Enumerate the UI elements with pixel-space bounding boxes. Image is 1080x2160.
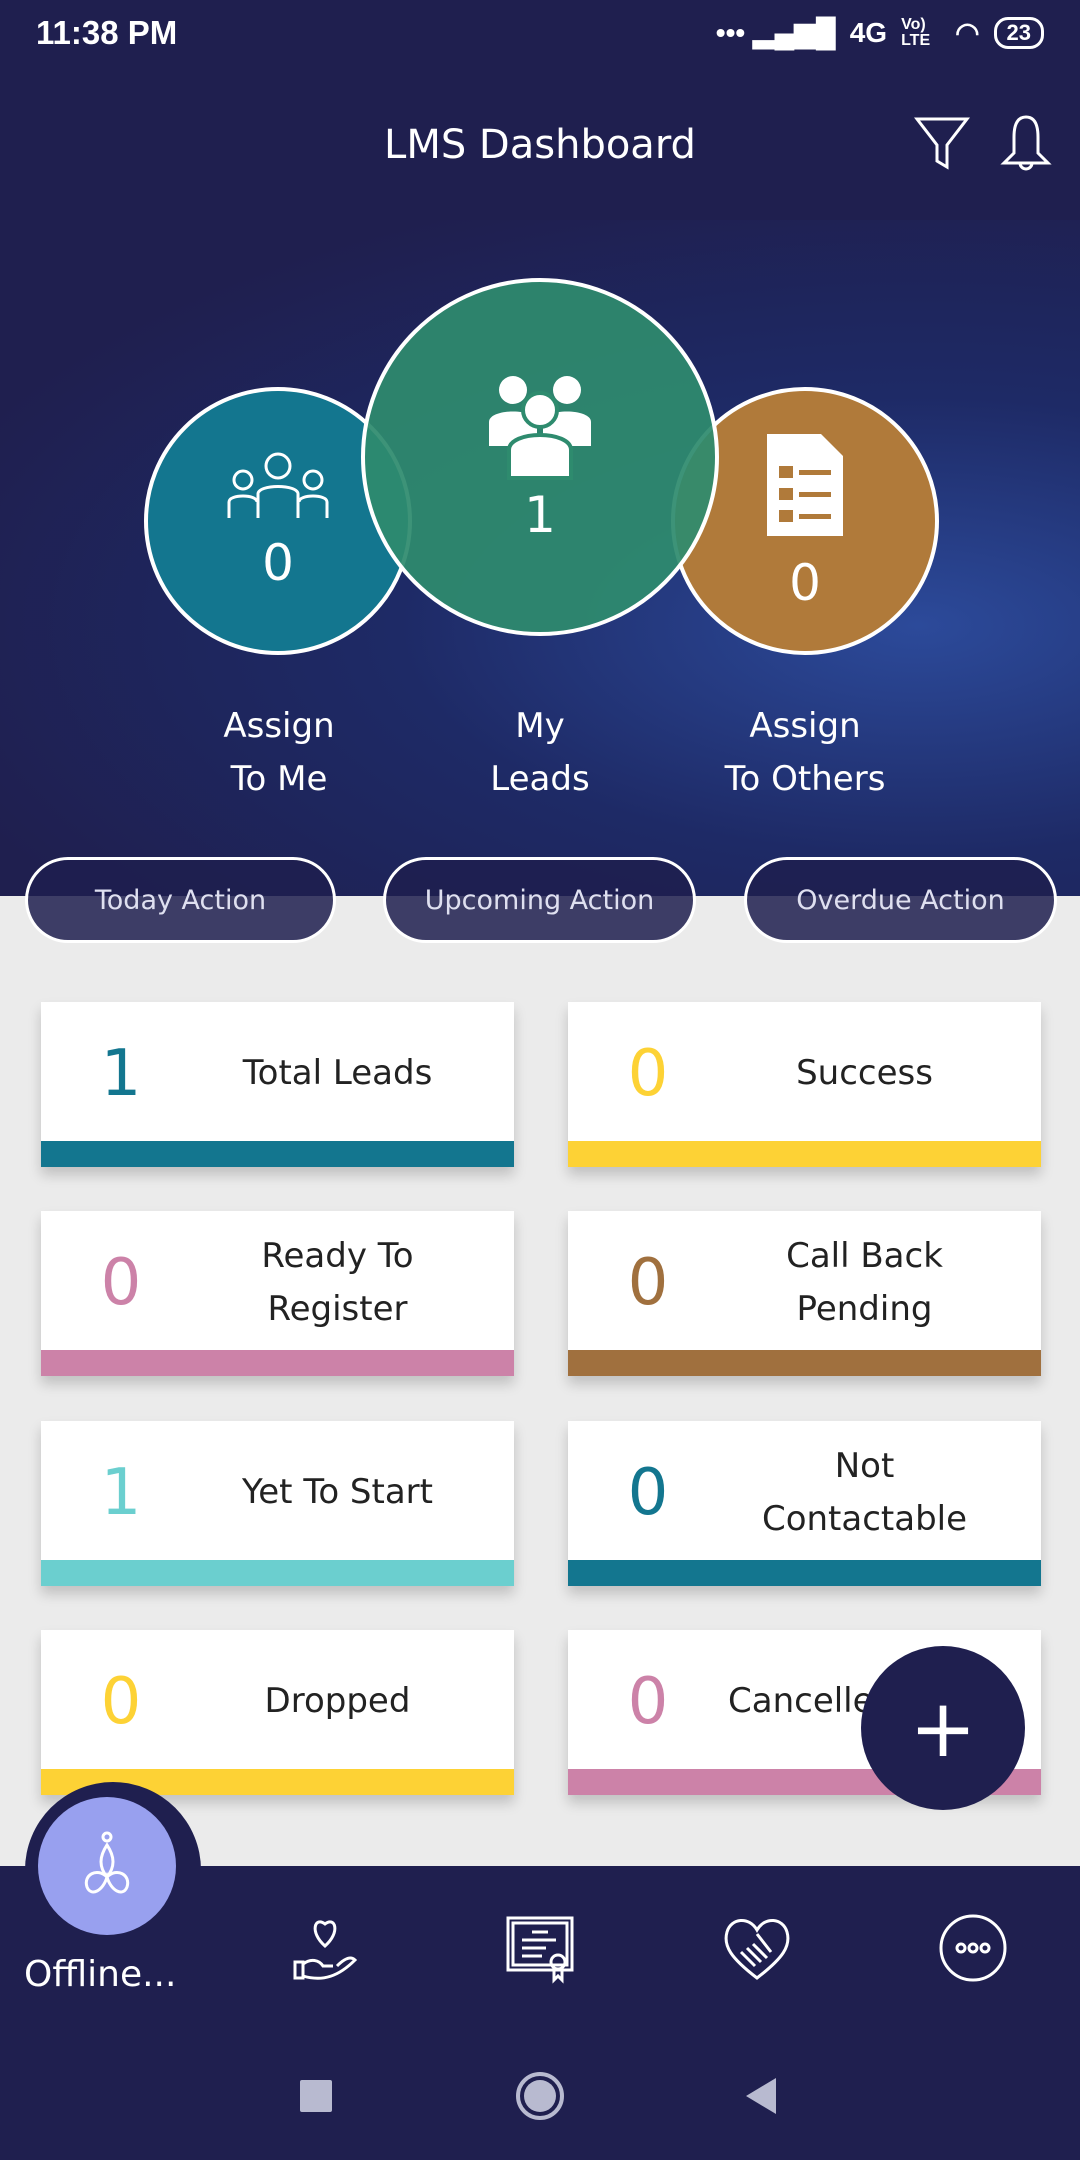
- bell-icon[interactable]: [996, 113, 1056, 173]
- card-color-bar: [568, 1141, 1041, 1167]
- label-line: My: [515, 706, 565, 746]
- offline-tab-label: Offline...: [24, 1954, 177, 1995]
- card-color-bar: [568, 1560, 1041, 1586]
- card-label: Not Contactable: [761, 1445, 968, 1539]
- card-label: Total Leads: [242, 1053, 433, 1093]
- card-count: 0: [100, 1245, 142, 1320]
- label-line: Leads: [490, 759, 590, 799]
- hand-heart-icon[interactable]: [289, 1912, 361, 1984]
- filter-icon[interactable]: [914, 115, 970, 171]
- home-button[interactable]: [516, 2072, 564, 2120]
- status-time: 11:38 PM: [36, 14, 178, 51]
- card-count: 1: [100, 1036, 142, 1111]
- overdue-action-button[interactable]: Overdue Action: [744, 857, 1057, 943]
- card-label: Dropped: [264, 1681, 411, 1721]
- signal-icon: ••• ▂▄▆█: [715, 17, 836, 48]
- handshake-heart-icon[interactable]: [721, 1912, 793, 1984]
- offline-tab-button[interactable]: [38, 1797, 176, 1935]
- card-count: 1: [100, 1455, 142, 1530]
- lead-status-card[interactable]: 0 Dropped: [41, 1630, 514, 1795]
- card-label: Yet To Start: [242, 1472, 433, 1512]
- today-action-button[interactable]: Today Action: [25, 857, 336, 943]
- team-icon: [227, 452, 329, 518]
- label-line: Assign: [223, 706, 335, 746]
- my-leads-circle[interactable]: 1: [361, 278, 719, 636]
- lead-status-card[interactable]: 0 Call Back Pending: [568, 1211, 1041, 1376]
- lead-status-card[interactable]: 0 Success: [568, 1002, 1041, 1167]
- card-label: Ready To Register: [261, 1235, 414, 1329]
- card-color-bar: [41, 1560, 514, 1586]
- lead-status-card[interactable]: 0 Ready To Register: [41, 1211, 514, 1376]
- lead-status-card[interactable]: 1 Total Leads: [41, 1002, 514, 1167]
- assign-to-others-label: Assign To Others: [675, 700, 935, 806]
- card-color-bar: [41, 1350, 514, 1376]
- card-label: Call Back Pending: [786, 1235, 943, 1329]
- card-count: 0: [627, 1664, 669, 1739]
- recents-button[interactable]: [300, 2080, 332, 2112]
- card-color-bar: [41, 1141, 514, 1167]
- lead-status-card[interactable]: 0 Not Contactable: [568, 1421, 1041, 1586]
- card-count: 0: [627, 1455, 669, 1530]
- add-lead-button[interactable]: +: [861, 1646, 1025, 1810]
- wifi-icon: ◠: [955, 17, 980, 48]
- card-label: Success: [796, 1053, 933, 1093]
- battery-icon: 23: [993, 16, 1044, 49]
- label-line: To Me: [230, 759, 328, 799]
- network-label: 4G: [849, 16, 888, 48]
- card-color-bar: [568, 1350, 1041, 1376]
- assign-to-me-count: 0: [262, 534, 294, 592]
- document-icon: [767, 434, 843, 536]
- my-leads-label: My Leads: [410, 700, 670, 806]
- lead-status-card[interactable]: 1 Yet To Start: [41, 1421, 514, 1586]
- assign-to-me-label: Assign To Me: [149, 700, 409, 806]
- upcoming-action-button[interactable]: Upcoming Action: [383, 857, 696, 943]
- card-count: 0: [627, 1245, 669, 1320]
- status-icons: ••• ▂▄▆█ 4G Vo) LTE ◠ 23: [716, 16, 1044, 49]
- certificate-icon[interactable]: [504, 1912, 576, 1984]
- card-count: 0: [627, 1036, 669, 1111]
- meditation-icon: [84, 1831, 130, 1894]
- more-icon[interactable]: [937, 1912, 1009, 1984]
- my-leads-count: 1: [524, 486, 556, 544]
- volte-label: Vo) LTE: [901, 15, 931, 49]
- card-count: 0: [100, 1664, 142, 1739]
- assign-to-others-count: 0: [789, 554, 821, 612]
- label-line: Assign: [749, 706, 861, 746]
- back-button[interactable]: [746, 2078, 776, 2114]
- label-line: To Others: [724, 759, 886, 799]
- group-icon: [489, 376, 591, 480]
